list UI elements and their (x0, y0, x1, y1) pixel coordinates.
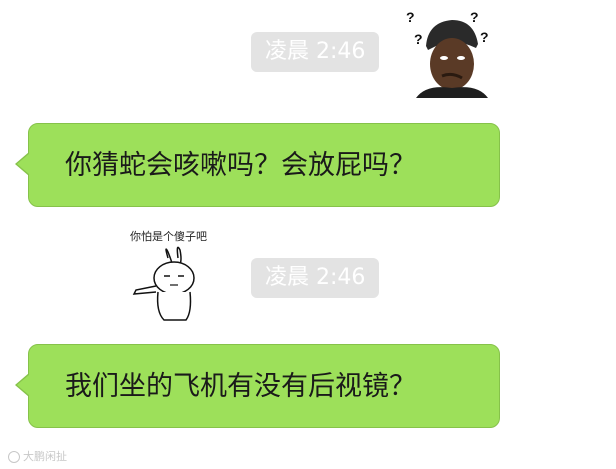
chat-bubble[interactable]: 你猜蛇会咳嗽吗？会放屁吗？ (15, 123, 500, 207)
watermark: 大鹏闲扯 (8, 448, 67, 464)
svg-text:?: ? (414, 31, 423, 47)
svg-text:?: ? (406, 9, 415, 25)
rabbit-sticker[interactable]: 你怕是个傻子吧 (118, 228, 238, 328)
chat-bubble[interactable]: 我们坐的飞机有没有后视镜？ (15, 344, 500, 428)
chat-bubble-text: 你猜蛇会咳嗽吗？会放屁吗？ (65, 150, 416, 181)
avatar[interactable]: ? ? ? ? (406, 8, 492, 98)
rabbit-sticker-icon (132, 246, 195, 321)
svg-text:?: ? (480, 29, 489, 45)
weibo-icon (8, 451, 20, 463)
watermark-text: 大鹏闲扯 (23, 450, 67, 463)
confused-man-avatar-icon: ? ? ? ? (406, 8, 492, 98)
message-timestamp: 凌晨 2:46 (251, 258, 380, 298)
chat-bubble-text: 我们坐的飞机有没有后视镜？ (65, 371, 416, 402)
svg-text:?: ? (470, 9, 479, 25)
message-timestamp: 凌晨 2:46 (251, 32, 380, 72)
